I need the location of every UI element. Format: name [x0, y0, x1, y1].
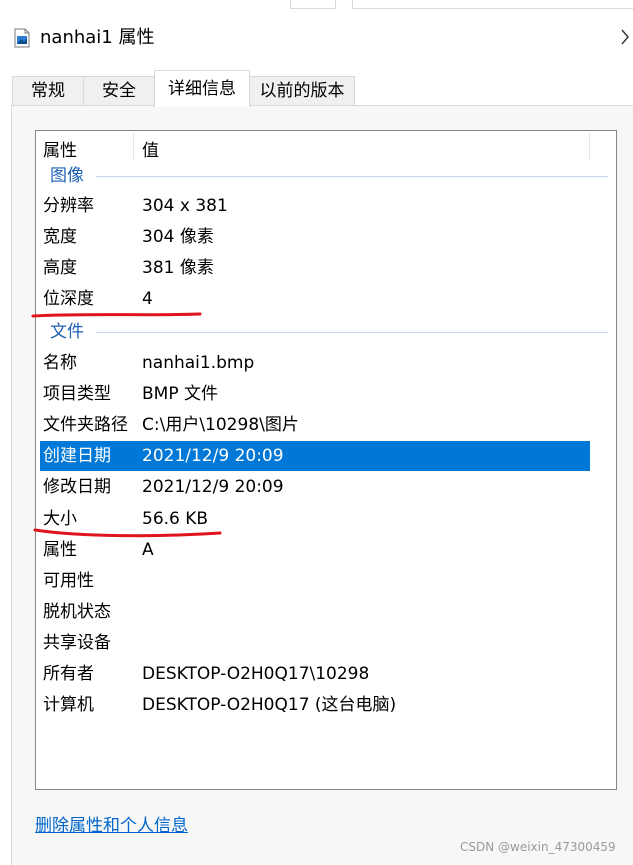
- group-divider: [96, 176, 608, 177]
- property-name: 名称: [43, 353, 77, 373]
- list-item[interactable]: 高度 381 像素: [40, 253, 590, 283]
- property-value: 304 像素: [142, 227, 214, 247]
- property-name: 计算机: [43, 695, 94, 715]
- list-item[interactable]: 可用性: [40, 566, 590, 596]
- background-window-edge: [290, 0, 336, 9]
- group-label: 文件: [50, 322, 84, 342]
- list-item[interactable]: 属性 A: [40, 535, 590, 565]
- property-name: 文件夹路径: [43, 415, 128, 435]
- property-name: 项目类型: [43, 384, 111, 404]
- background-window-strip: [0, 0, 633, 12]
- chevron-right-icon[interactable]: [620, 28, 630, 51]
- column-header-value[interactable]: 值: [142, 136, 159, 161]
- property-name: 宽度: [43, 227, 77, 247]
- property-value: 2021/12/9 20:09: [142, 477, 284, 497]
- list-header: 属性 值: [36, 131, 616, 163]
- column-header-property[interactable]: 属性: [43, 136, 77, 161]
- property-value: 56.6 KB: [142, 509, 209, 529]
- property-value: nanhai1.bmp: [142, 353, 255, 373]
- title-bar: nanhai1 属性: [0, 12, 633, 60]
- tab-label: 以前的版本: [259, 81, 345, 101]
- property-value: 4: [142, 289, 153, 309]
- tab-strip: 常规 安全 详细信息 以前的版本: [0, 70, 633, 107]
- property-name: 修改日期: [43, 477, 111, 497]
- property-name: 分辨率: [43, 196, 94, 216]
- group-header-image: 图像: [36, 163, 616, 189]
- watermark: CSDN @weixin_47300459: [460, 840, 616, 854]
- list-item[interactable]: 共享设备: [40, 628, 590, 658]
- property-value: 2021/12/9 20:09: [142, 446, 284, 466]
- list-item[interactable]: 项目类型 BMP 文件: [40, 379, 590, 409]
- tab-label: 安全: [102, 81, 136, 101]
- list-item[interactable]: 文件夹路径 C:\用户\10298\图片: [40, 410, 590, 440]
- property-value: C:\用户\10298\图片: [142, 415, 299, 435]
- property-value: BMP 文件: [142, 384, 218, 404]
- list-item[interactable]: 修改日期 2021/12/9 20:09: [40, 472, 590, 502]
- tab-previous-versions[interactable]: 以前的版本: [249, 76, 355, 105]
- list-item[interactable]: 位深度 4: [40, 284, 590, 314]
- property-value: A: [142, 540, 154, 560]
- property-name: 脱机状态: [43, 602, 111, 622]
- property-value: DESKTOP-O2H0Q17 (这台电脑): [142, 695, 397, 715]
- list-item[interactable]: 脱机状态: [40, 597, 590, 627]
- list-item[interactable]: 所有者 DESKTOP-O2H0Q17\10298: [40, 659, 590, 689]
- property-name: 可用性: [43, 571, 94, 591]
- list-item[interactable]: 名称 nanhai1.bmp: [40, 348, 590, 378]
- column-divider[interactable]: [133, 133, 134, 161]
- list-item[interactable]: 分辨率 304 x 381: [40, 191, 590, 221]
- group-label: 图像: [50, 166, 84, 186]
- tab-details[interactable]: 详细信息: [154, 70, 250, 107]
- background-window-edge: [352, 0, 633, 9]
- property-name: 位深度: [43, 289, 94, 309]
- group-header-file: 文件: [36, 319, 616, 345]
- property-name: 创建日期: [43, 446, 111, 466]
- column-divider[interactable]: [589, 133, 590, 161]
- list-item[interactable]: 计算机 DESKTOP-O2H0Q17 (这台电脑): [40, 690, 590, 720]
- tab-general[interactable]: 常规: [12, 76, 84, 105]
- list-item-selected[interactable]: 创建日期 2021/12/9 20:09: [40, 441, 590, 471]
- tab-label: 常规: [31, 81, 65, 101]
- window-title: nanhai1 属性: [40, 27, 155, 48]
- tab-security[interactable]: 安全: [83, 76, 155, 105]
- group-divider: [96, 332, 608, 333]
- property-name: 高度: [43, 258, 77, 278]
- property-name: 共享设备: [43, 633, 111, 653]
- bitmap-file-icon: [14, 28, 30, 48]
- properties-list[interactable]: 属性 值 图像 分辨率 304 x 381 宽度 304 像素 高度 381 像…: [35, 130, 617, 790]
- tab-label: 详细信息: [168, 79, 236, 99]
- property-name: 大小: [43, 509, 77, 529]
- property-value: DESKTOP-O2H0Q17\10298: [142, 664, 370, 684]
- property-name: 所有者: [43, 664, 94, 684]
- list-item[interactable]: 大小 56.6 KB: [40, 504, 590, 534]
- remove-properties-link[interactable]: 删除属性和个人信息: [35, 811, 188, 836]
- property-value: 381 像素: [142, 258, 214, 278]
- list-item[interactable]: 宽度 304 像素: [40, 222, 590, 252]
- property-value: 304 x 381: [142, 196, 228, 216]
- property-name: 属性: [43, 540, 77, 560]
